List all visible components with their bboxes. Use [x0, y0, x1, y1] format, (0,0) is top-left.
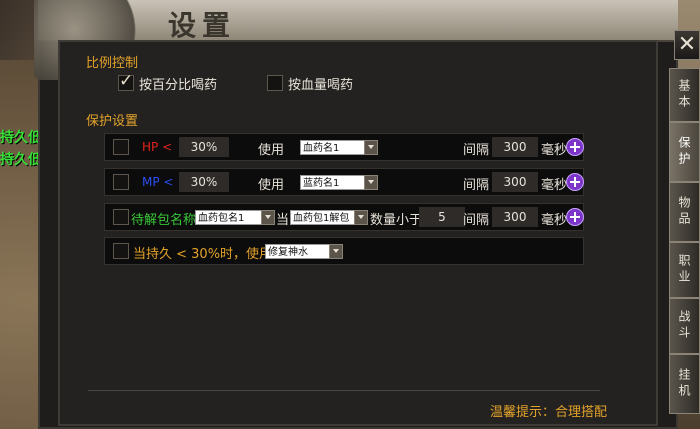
hp-protect-checkbox[interactable]	[113, 139, 129, 155]
hp-interval-label: 间隔	[463, 143, 490, 158]
mp-protect-row: MP < 30% 使用 蓝药名1 间隔 300 毫秒	[104, 168, 584, 196]
mp-threshold-input[interactable]: 30%	[179, 172, 229, 192]
tab-combat[interactable]: 战斗	[669, 298, 700, 354]
mp-potion-dropdown-button[interactable]	[364, 175, 378, 190]
unpack-checkbox[interactable]	[113, 209, 129, 225]
close-icon[interactable]: ✕	[674, 30, 700, 60]
hp-add-plus-icon[interactable]	[566, 138, 584, 156]
unpack-row: 待解包名称 血药包名1 当 血药包1解包 数量小于 5 间隔 300 毫秒	[104, 203, 584, 231]
unpack-interval-unit: 毫秒	[541, 213, 568, 228]
window-title: 设置	[168, 9, 237, 42]
qty-input[interactable]: 5	[419, 207, 465, 227]
mp-add-plus-icon[interactable]	[566, 173, 584, 191]
hp-amount-label: 按血量喝药	[288, 78, 354, 93]
mp-protect-checkbox[interactable]	[113, 174, 129, 190]
pack-item-dropdown-button[interactable]	[261, 210, 275, 225]
tab-idle[interactable]: 挂机	[669, 354, 700, 414]
pack-item-select[interactable]: 血药包名1	[195, 210, 263, 225]
mp-interval-unit: 毫秒	[541, 178, 568, 193]
qty-label: 数量小于	[370, 213, 423, 228]
mp-interval-input[interactable]: 300	[492, 172, 538, 192]
repair-label: 当持久 < 30%时，使用	[133, 247, 273, 262]
target-item-select[interactable]: 血药包1解包	[290, 210, 356, 225]
mp-potion-select[interactable]: 蓝药名1	[300, 175, 366, 190]
unpack-add-plus-icon[interactable]	[566, 208, 584, 226]
settings-panel	[58, 40, 658, 426]
tab-profession[interactable]: 职业	[669, 242, 700, 298]
tab-protect[interactable]: 保护	[669, 122, 700, 182]
hp-interval-unit: 毫秒	[541, 143, 568, 158]
hint-text: 温馨提示：合理搭配	[490, 405, 608, 420]
ratio-section-label: 比例控制	[86, 56, 139, 71]
percent-potion-label: 按百分比喝药	[139, 78, 218, 93]
hp-threshold-label: HP <	[142, 140, 173, 154]
hp-protect-row: HP < 30% 使用 血药名1 间隔 300 毫秒	[104, 133, 584, 161]
hp-potion-select[interactable]: 血药名1	[300, 140, 366, 155]
hp-threshold-input[interactable]: 30%	[179, 137, 229, 157]
hp-amount-checkbox[interactable]	[267, 75, 283, 91]
repair-item-select[interactable]: 修复神水	[265, 244, 331, 259]
unpack-interval-input[interactable]: 300	[492, 207, 538, 227]
unpack-interval-label: 间隔	[463, 213, 490, 228]
hp-interval-input[interactable]: 300	[492, 137, 538, 157]
target-item-dropdown-button[interactable]	[354, 210, 368, 225]
repair-checkbox[interactable]	[113, 243, 129, 259]
tab-items[interactable]: 物品	[669, 182, 700, 242]
percent-potion-checkbox[interactable]	[118, 71, 134, 91]
hp-potion-dropdown-button[interactable]	[364, 140, 378, 155]
repair-item-dropdown-button[interactable]	[329, 244, 343, 259]
protect-section-label: 保护设置	[86, 114, 139, 129]
footer-divider	[88, 390, 600, 391]
unpack-name-label: 待解包名称	[131, 213, 197, 228]
unpack-when-label: 当	[276, 213, 290, 228]
mp-threshold-label: MP <	[142, 175, 174, 189]
mp-interval-label: 间隔	[463, 178, 490, 193]
mp-use-label: 使用	[258, 178, 285, 193]
side-tabs: 基本 保护 物品 职业 战斗 挂机	[669, 60, 700, 429]
tab-basic[interactable]: 基本	[669, 68, 700, 122]
repair-row: 当持久 < 30%时，使用 修复神水	[104, 237, 584, 265]
hp-use-label: 使用	[258, 143, 285, 158]
